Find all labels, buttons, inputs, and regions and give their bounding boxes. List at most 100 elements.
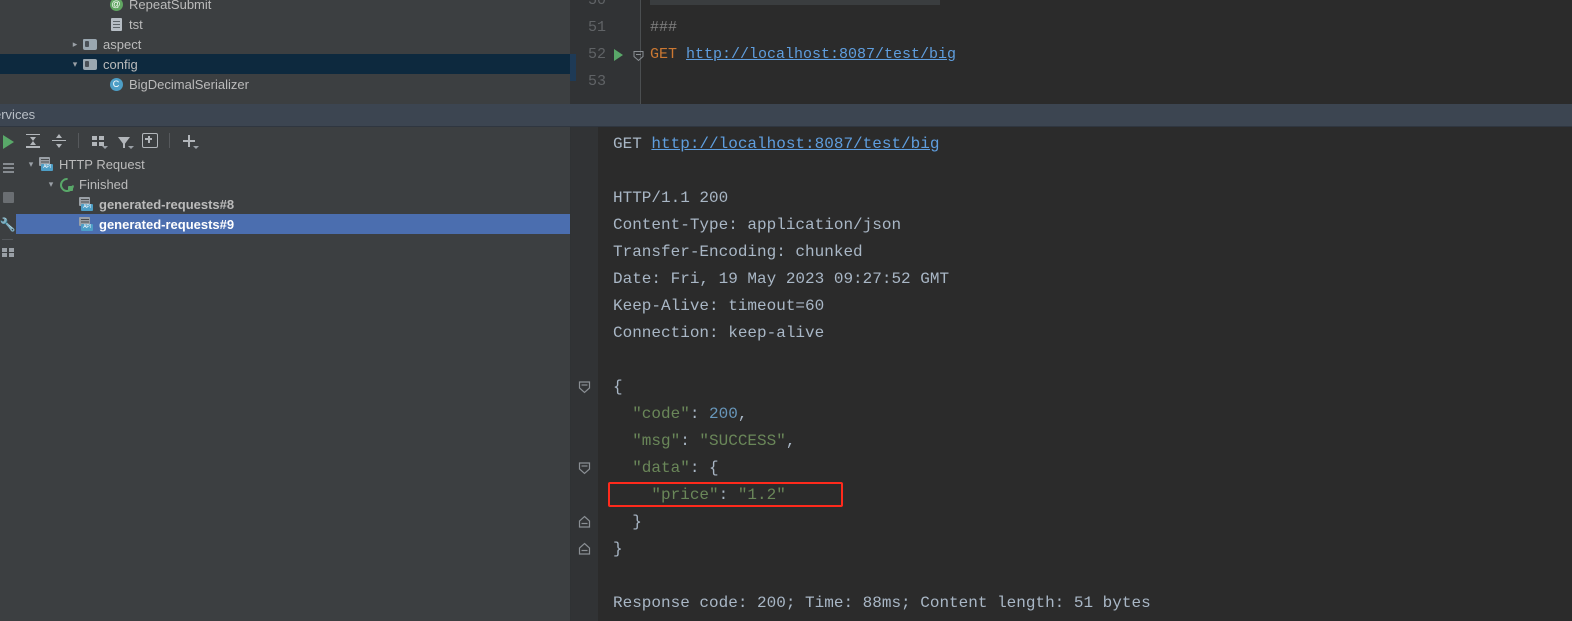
- response-token: ,: [737, 404, 748, 423]
- services-tree-row[interactable]: ▾ API HTTP Request: [16, 154, 570, 174]
- chevron-down-icon[interactable]: ▾: [44, 179, 58, 190]
- response-line: GET http://localhost:8087/test/big: [571, 130, 1572, 157]
- filter-icon: [118, 136, 130, 148]
- project-tree-row-label: BigDecimalSerializer: [129, 76, 249, 92]
- chevron-down-icon[interactable]: ▾: [68, 59, 82, 70]
- response-token: Content-Type: application/json: [613, 215, 902, 234]
- api-icon: API: [79, 217, 93, 231]
- group-by-button[interactable]: [87, 130, 109, 152]
- response-line: Response code: 200; Time: 88ms; Content …: [571, 589, 1572, 616]
- response-line: Content-Type: application/json: [571, 211, 1572, 238]
- folder-icon: [83, 58, 97, 70]
- services-stack-icon[interactable]: [1, 162, 15, 176]
- project-tree-panel[interactable]: @ RepeatSubmit tst ▸ aspect ▾ config C BigDecima…: [0, 0, 570, 98]
- class-icon: C: [109, 77, 123, 91]
- response-token: Transfer-Encoding: chunked: [613, 242, 863, 261]
- services-tree-row[interactable]: API generated-requests#9: [16, 214, 570, 234]
- editor-line[interactable]: 50: [570, 0, 1572, 14]
- response-token: GET: [613, 134, 652, 153]
- project-tree-row[interactable]: tst: [0, 14, 570, 34]
- response-line: "msg": "SUCCESS",: [571, 427, 1572, 454]
- response-line: [571, 157, 1572, 184]
- editor-line[interactable]: 51 ###: [570, 14, 1572, 41]
- response-line: {: [571, 373, 1572, 400]
- project-tree-row[interactable]: ▾ config: [0, 54, 570, 74]
- add-tab-button[interactable]: [139, 130, 161, 152]
- tool-window-stripe[interactable]: 🔧: [0, 127, 17, 621]
- ide-window: @ RepeatSubmit tst ▸ aspect ▾ config C BigDecima…: [0, 0, 1572, 621]
- stop-square-icon[interactable]: [1, 190, 15, 204]
- tree-icon-wrap: C: [108, 76, 124, 92]
- expand-all-button[interactable]: [22, 130, 44, 152]
- toolbar-separator: [78, 133, 79, 148]
- response-line: [571, 562, 1572, 589]
- editor-line[interactable]: 53: [570, 68, 1572, 95]
- services-tree-row-label: HTTP Request: [59, 156, 145, 172]
- project-tree-row-label: tst: [129, 16, 143, 32]
- response-content: GET http://localhost:8087/test/big HTTP/1…: [571, 130, 1572, 616]
- collapse-all-button[interactable]: [48, 130, 70, 152]
- file-icon: [110, 17, 122, 31]
- services-tool-window-header[interactable]: ervices: [0, 104, 1572, 127]
- add-service-button[interactable]: [178, 130, 200, 152]
- response-token: Connection: keep-alive: [613, 323, 825, 342]
- project-tree-row[interactable]: @ RepeatSubmit: [0, 0, 570, 14]
- editor-line-text: GET http://localhost:8087/test/big: [650, 46, 956, 63]
- project-tree-row[interactable]: C BigDecimalSerializer: [0, 74, 570, 94]
- response-line: Transfer-Encoding: chunked: [571, 238, 1572, 265]
- tree-icon-wrap: API: [78, 216, 94, 232]
- fold-open-icon[interactable]: [578, 461, 591, 474]
- fold-close-icon[interactable]: [578, 515, 591, 528]
- tree-icon-wrap: [82, 56, 98, 72]
- wrench-icon[interactable]: 🔧: [0, 217, 16, 231]
- finished-icon: [59, 177, 73, 191]
- response-token: HTTP/1.1 200: [613, 188, 729, 207]
- annotation-icon: @: [109, 0, 123, 11]
- editor-line[interactable]: 52 GET http://localhost:8087/test/big: [570, 41, 1572, 68]
- services-panel[interactable]: ▾ API HTTP Request ▾ Finished API generated-re…: [16, 127, 571, 621]
- fold-close-icon[interactable]: [578, 542, 591, 555]
- fold-open-icon[interactable]: [578, 380, 591, 393]
- api-icon: API: [79, 197, 93, 211]
- tree-icon-wrap: [82, 36, 98, 52]
- tree-icon-wrap: [108, 16, 124, 32]
- chevron-down-icon: [102, 145, 108, 149]
- grid-icon[interactable]: [1, 245, 15, 259]
- response-token: : {: [689, 458, 719, 477]
- response-token: "SUCCESS": [699, 431, 786, 450]
- response-token: {: [613, 377, 623, 396]
- group-by-icon: [92, 135, 104, 146]
- services-tree-row[interactable]: ▾ Finished: [16, 174, 570, 194]
- editor-line-number: 50: [587, 0, 606, 9]
- http-method: GET: [650, 46, 687, 63]
- run-icon[interactable]: [1, 135, 15, 149]
- editor-line-number: 53: [587, 73, 606, 90]
- response-token: }: [613, 512, 642, 531]
- tree-icon-wrap: [58, 176, 74, 192]
- chevron-right-icon[interactable]: ▸: [68, 39, 82, 50]
- response-line: HTTP/1.1 200: [571, 184, 1572, 211]
- services-tree[interactable]: ▾ API HTTP Request ▾ Finished API generated-re…: [16, 154, 570, 234]
- http-response-pane[interactable]: GET http://localhost:8087/test/big HTTP/1…: [571, 127, 1572, 621]
- fold-open-icon[interactable]: [633, 49, 644, 61]
- http-request-editor[interactable]: 50 51 ### 52 GET http://localhost:8087/test/…: [570, 0, 1572, 104]
- run-request-icon[interactable]: [614, 48, 623, 61]
- response-line: [571, 346, 1572, 373]
- top-region: @ RepeatSubmit tst ▸ aspect ▾ config C BigDecima…: [0, 0, 1572, 104]
- services-toolbar[interactable]: [16, 127, 570, 154]
- chevron-down-icon[interactable]: ▾: [24, 159, 38, 170]
- filter-button[interactable]: [113, 130, 135, 152]
- project-tree-row[interactable]: ▸ aspect: [0, 34, 570, 54]
- response-token: 200: [709, 404, 738, 423]
- services-tree-row[interactable]: API generated-requests#8: [16, 194, 570, 214]
- request-url-link[interactable]: http://localhost:8087/test/big: [686, 46, 956, 63]
- response-line: "code": 200,: [571, 400, 1572, 427]
- response-token: "code": [613, 404, 690, 423]
- editor-line-text: ###: [650, 19, 677, 36]
- response-line: Keep-Alive: timeout=60: [571, 292, 1572, 319]
- response-url-link[interactable]: http://localhost:8087/test/big: [651, 135, 939, 153]
- services-tree-row-label: generated-requests#9: [99, 216, 235, 232]
- editor-lines: 50 51 ### 52 GET http://localhost:8087/test/…: [570, 0, 1572, 95]
- editor-line-number: 52: [587, 46, 606, 63]
- project-tree-row-label: aspect: [103, 36, 142, 52]
